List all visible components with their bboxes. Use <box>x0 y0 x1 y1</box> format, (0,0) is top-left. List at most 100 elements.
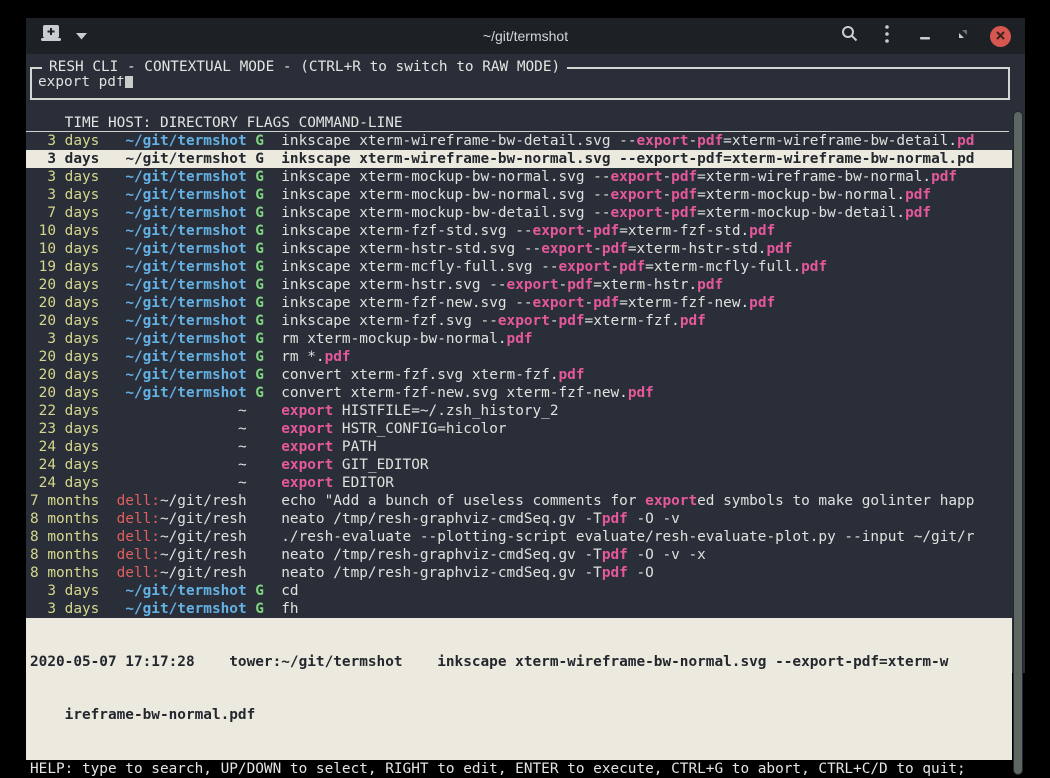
scrollbar-thumb[interactable] <box>1014 112 1022 774</box>
row-time: 8 months <box>30 547 99 563</box>
row-directory: ~ <box>238 403 247 419</box>
row-directory: ~/git/termshot <box>125 205 246 221</box>
row-command-text: rm *. <box>281 349 324 365</box>
row-command-text: EDITOR <box>333 475 394 491</box>
history-row[interactable]: 7 months dell:~/git/resh echo "Add a bun… <box>26 492 1012 510</box>
row-spacer <box>99 151 125 167</box>
new-tab-button[interactable] <box>40 24 62 48</box>
row-host: dell: <box>117 511 160 527</box>
row-command-text: HSTR_CONFIG=hicolor <box>333 421 506 437</box>
kebab-menu-icon <box>885 25 889 48</box>
row-time: 20 days <box>30 349 99 365</box>
history-row[interactable]: 19 days ~/git/termshot G inkscape xterm-… <box>26 258 1012 276</box>
restore-icon <box>957 27 969 45</box>
history-row[interactable]: 10 days ~/git/termshot G inkscape xterm-… <box>26 222 1012 240</box>
row-directory: ~ <box>238 475 247 491</box>
row-flag: G <box>247 601 282 617</box>
row-command-match: export <box>611 169 663 185</box>
help-bar: HELP: type to search, UP/DOWN to select,… <box>26 760 1025 778</box>
row-command-match: export <box>645 493 697 509</box>
row-flag: G <box>247 223 282 239</box>
row-time: 20 days <box>30 277 99 293</box>
row-spacer <box>99 403 238 419</box>
row-command-text: - <box>662 187 671 203</box>
history-row[interactable]: 3 days ~/git/termshot G inkscape xterm-w… <box>26 132 1012 150</box>
row-spacer <box>99 493 116 509</box>
history-row[interactable]: 20 days ~/git/termshot G inkscape xterm-… <box>26 294 1012 312</box>
history-row[interactable]: 20 days ~/git/termshot G inkscape xterm-… <box>26 312 1012 330</box>
row-time: 20 days <box>30 295 99 311</box>
row-flag: G <box>247 349 282 365</box>
row-command-text: inkscape xterm-fzf-new.svg -- <box>281 295 532 311</box>
history-row[interactable]: 3 days ~/git/termshot G cd <box>26 582 1012 600</box>
row-command-text: - <box>662 205 671 221</box>
minimize-icon <box>920 27 930 45</box>
row-directory: ~/git/termshot <box>125 187 246 203</box>
row-command-text: ./resh-evaluate --plotting-script evalua… <box>281 529 974 545</box>
row-command-match: export <box>507 277 559 293</box>
history-row[interactable]: 8 months dell:~/git/resh neato /tmp/resh… <box>26 510 1012 528</box>
row-directory: ~/git/resh <box>160 493 247 509</box>
history-row[interactable]: 20 days ~/git/termshot G rm *.pdf <box>26 348 1012 366</box>
row-time: 8 months <box>30 529 99 545</box>
minimize-button[interactable] <box>914 24 936 48</box>
row-command-match: pdf <box>697 277 723 293</box>
history-row[interactable]: 24 days ~ export EDITOR <box>26 474 1012 492</box>
row-time: 20 days <box>30 385 99 401</box>
history-row[interactable]: 10 days ~/git/termshot G inkscape xterm-… <box>26 240 1012 258</box>
restore-button[interactable] <box>952 24 974 48</box>
resh-search-box[interactable]: RESH CLI - CONTEXTUAL MODE - (CTRL+R to … <box>30 67 1010 100</box>
history-row[interactable]: 20 days ~/git/termshot G inkscape xterm-… <box>26 276 1012 294</box>
history-row[interactable]: 3 days ~/git/termshot G inkscape xterm-w… <box>26 150 1012 168</box>
row-flag: G <box>247 205 282 221</box>
tab-menu-button[interactable] <box>70 24 92 48</box>
history-row[interactable]: 8 months dell:~/git/resh neato /tmp/resh… <box>26 546 1012 564</box>
row-directory: ~/git/termshot <box>125 349 246 365</box>
history-row[interactable]: 3 days ~/git/termshot G inkscape xterm-m… <box>26 186 1012 204</box>
row-flag: G <box>247 583 282 599</box>
row-time: 10 days <box>30 223 99 239</box>
terminal-window: ~/git/termshot <box>26 18 1025 673</box>
row-command-text: fh <box>281 601 298 617</box>
scrollbar[interactable] <box>1013 111 1023 775</box>
history-row[interactable]: 3 days ~/git/termshot G rm xterm-mockup-… <box>26 330 1012 348</box>
history-row[interactable]: 24 days ~ export PATH <box>26 438 1012 456</box>
resh-mode-legend: RESH CLI - CONTEXTUAL MODE - (CTRL+R to … <box>42 58 567 76</box>
close-button[interactable] <box>990 26 1011 47</box>
row-command-match: export <box>611 205 663 221</box>
selected-entry-detail: 2020-05-07 17:17:28 tower:~/git/termshot… <box>26 618 1012 760</box>
row-command-text: - <box>688 133 697 149</box>
row-command-text: ed symbols to make golinter happ <box>697 493 974 509</box>
row-command-text: =xterm-mcfly-full. <box>645 259 801 275</box>
row-spacer <box>99 241 125 257</box>
row-flag: G <box>247 151 282 167</box>
row-directory: ~/git/termshot <box>125 241 246 257</box>
history-row[interactable]: 24 days ~ export GIT_EDITOR <box>26 456 1012 474</box>
history-row[interactable]: 8 months dell:~/git/resh ./resh-evaluate… <box>26 528 1012 546</box>
row-command-text: inkscape xterm-mockup-bw-detail.svg -- <box>281 205 610 221</box>
row-flag <box>247 421 282 437</box>
history-row[interactable]: 22 days ~ export HISTFILE=~/.zsh_history… <box>26 402 1012 420</box>
row-command-text: inkscape xterm-wireframe-bw-detail.svg -… <box>281 133 636 149</box>
row-command-match: pdf <box>671 205 697 221</box>
row-command-text: convert xterm-fzf-new.svg xterm-fzf-new. <box>281 385 628 401</box>
row-command-text: =xterm-wireframe-bw-detail. <box>723 133 957 149</box>
history-row[interactable]: 8 months dell:~/git/resh neato /tmp/resh… <box>26 564 1012 582</box>
history-row[interactable]: 23 days ~ export HSTR_CONFIG=hicolor <box>26 420 1012 438</box>
history-row[interactable]: 3 days ~/git/termshot G inkscape xterm-m… <box>26 168 1012 186</box>
row-directory: ~/git/termshot <box>125 151 246 167</box>
row-time: 24 days <box>30 439 99 455</box>
row-spacer <box>99 349 125 365</box>
row-command-match: pdf <box>905 205 931 221</box>
menu-button[interactable] <box>876 24 898 48</box>
new-tab-icon <box>41 25 61 47</box>
row-command-text: PATH <box>333 439 376 455</box>
history-row[interactable]: 20 days ~/git/termshot G convert xterm-f… <box>26 384 1012 402</box>
row-command-text: inkscape xterm-mcfly-full.svg -- <box>281 259 558 275</box>
row-command-match: pdf <box>697 151 723 167</box>
search-button[interactable] <box>838 24 860 48</box>
history-row[interactable]: 7 days ~/git/termshot G inkscape xterm-m… <box>26 204 1012 222</box>
history-row[interactable]: 20 days ~/git/termshot G convert xterm-f… <box>26 366 1012 384</box>
history-row[interactable]: 3 days ~/git/termshot G fh <box>26 600 1012 618</box>
row-time: 3 days <box>30 601 99 617</box>
